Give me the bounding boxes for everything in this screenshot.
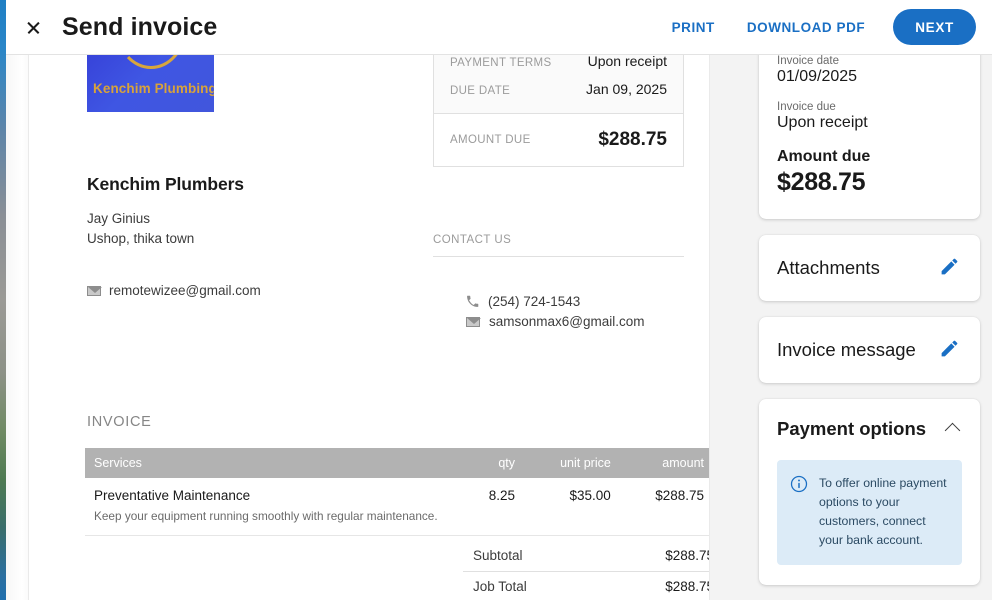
paper-gutter [6,55,29,600]
payment-terms-row: PAYMENT TERMS Upon receipt [450,55,667,75]
contact-phone: (254) 724-1543 [488,294,581,309]
payment-options-info-text: To offer online payment options to your … [819,476,947,548]
invoice-due-label: Invoice due [777,101,836,113]
print-button[interactable]: PRINT [656,11,731,44]
phone-icon [466,295,479,308]
collapse-payment-options-button[interactable] [943,417,962,440]
invoice-side-panel: Invoice date 01/09/2025 Invoice due Upon… [747,55,992,600]
payment-terms-value: Upon receipt [587,55,667,69]
invoice-message-title: Invoice message [777,339,916,360]
service-name: Preventative Maintenance [94,488,251,503]
header-actions: PRINT DOWNLOAD PDF NEXT [656,9,992,45]
service-description: Keep your equipment running smoothly wit… [94,509,438,523]
contact-us-heading: CONTACT US [433,234,684,257]
due-date-label: DUE DATE [450,85,511,97]
invoice-date-label: Invoice date [777,55,840,67]
column-header-amount: amount [620,448,709,478]
side-amount-due-label: Amount due [777,148,871,165]
company-address: Ushop, thika town [87,231,195,246]
close-icon [26,20,41,35]
page-title: Send invoice [62,12,218,41]
invoice-summary-card: Invoice date 01/09/2025 Invoice due Upon… [759,55,980,219]
payment-options-header[interactable]: Payment options [777,417,962,440]
payment-options-title: Payment options [777,417,927,439]
invoice-message-card[interactable]: Invoice message [759,317,980,383]
subtotal-row: Subtotal $288.75 [463,541,710,572]
invoice-date-value: 01/09/2025 [777,68,858,85]
company-name: Kenchim Plumbers [87,174,244,194]
payment-terms-label: PAYMENT TERMS [450,57,552,69]
contact-phone-row: (254) 724-1543 [466,294,684,309]
subtotal-label: Subtotal [473,548,523,563]
attachments-title: Attachments [777,257,880,278]
invoice-section-label: INVOICE [87,414,152,430]
contact-email-row: samsonmax6@gmail.com [466,314,684,329]
table-body: Preventative Maintenance Keep your equip… [85,478,709,536]
due-date-value: Jan 09, 2025 [586,81,667,97]
side-amount-due-value: $288.75 [777,168,866,196]
company-email: remotewizee@gmail.com [109,283,261,298]
contact-email: samsonmax6@gmail.com [489,314,645,329]
totals-block: Subtotal $288.75 Job Total $288.75 Amoun… [463,541,710,600]
line-items-table: Services qty unit price amount Preventat… [85,448,709,536]
payment-options-info-box: To offer online payment options to your … [777,460,962,566]
payment-options-card: Payment options To offer online payment … [759,399,980,586]
table-header: Services qty unit price amount [85,448,709,478]
column-header-services: Services [85,448,463,478]
job-total-value: $288.75 [665,579,710,594]
table-row: Preventative Maintenance Keep your equip… [85,478,709,536]
edit-attachments-button[interactable] [937,254,962,282]
cell-amount: $288.75 [655,488,704,503]
next-button[interactable]: NEXT [893,9,976,45]
modal-header: Send invoice PRINT DOWNLOAD PDF NEXT [6,0,992,55]
envelope-icon [87,285,102,296]
job-total-row: Job Total $288.75 [463,572,710,600]
info-circle-icon [790,475,808,493]
contact-us-section: CONTACT US (254) 724-1543 samsonmax6@gma… [433,234,684,334]
download-pdf-button[interactable]: DOWNLOAD PDF [731,11,881,44]
column-header-qty: qty [462,448,526,478]
edit-invoice-message-button[interactable] [937,336,962,364]
cell-service: Preventative Maintenance Keep your equip… [85,478,462,536]
subtotal-value: $288.75 [665,548,710,563]
close-button[interactable] [18,12,48,42]
table-header-row: Services qty unit price amount [85,448,709,478]
company-email-row: remotewizee@gmail.com [87,283,261,298]
due-date-row: DUE DATE Jan 09, 2025 [450,75,667,103]
amount-due-label: AMOUNT DUE [450,134,531,146]
logo-text: Kenchim Plumbing [93,81,214,96]
modal-body-scroll-area[interactable]: Kenchim Plumbing Kenchim Plumbers Jay Gi… [6,55,992,600]
payment-terms-box: PAYMENT TERMS Upon receipt DUE DATE Jan … [433,55,684,167]
pencil-icon [939,256,960,280]
chevron-up-icon [944,422,961,439]
company-contact-person: Jay Ginius [87,211,151,226]
company-logo: Kenchim Plumbing [87,55,214,112]
pencil-icon [939,338,960,362]
invoice-due-value: Upon receipt [777,114,868,131]
cell-qty: 8.25 [488,488,516,503]
amount-due-row: AMOUNT DUE $288.75 [434,113,683,166]
attachments-card[interactable]: Attachments [759,235,980,301]
logo-swoosh-decoration [115,55,186,69]
payment-terms-rows: PAYMENT TERMS Upon receipt DUE DATE Jan … [434,55,683,113]
invoice-preview-paper: Kenchim Plumbing Kenchim Plumbers Jay Gi… [28,55,710,600]
cell-unit-price: $35.00 [569,488,611,503]
envelope-icon [466,316,481,327]
column-header-unit-price: unit price [525,448,621,478]
contact-us-lines: (254) 724-1543 samsonmax6@gmail.com [433,257,684,329]
job-total-label: Job Total [473,579,527,594]
amount-due-value: $288.75 [598,129,667,150]
